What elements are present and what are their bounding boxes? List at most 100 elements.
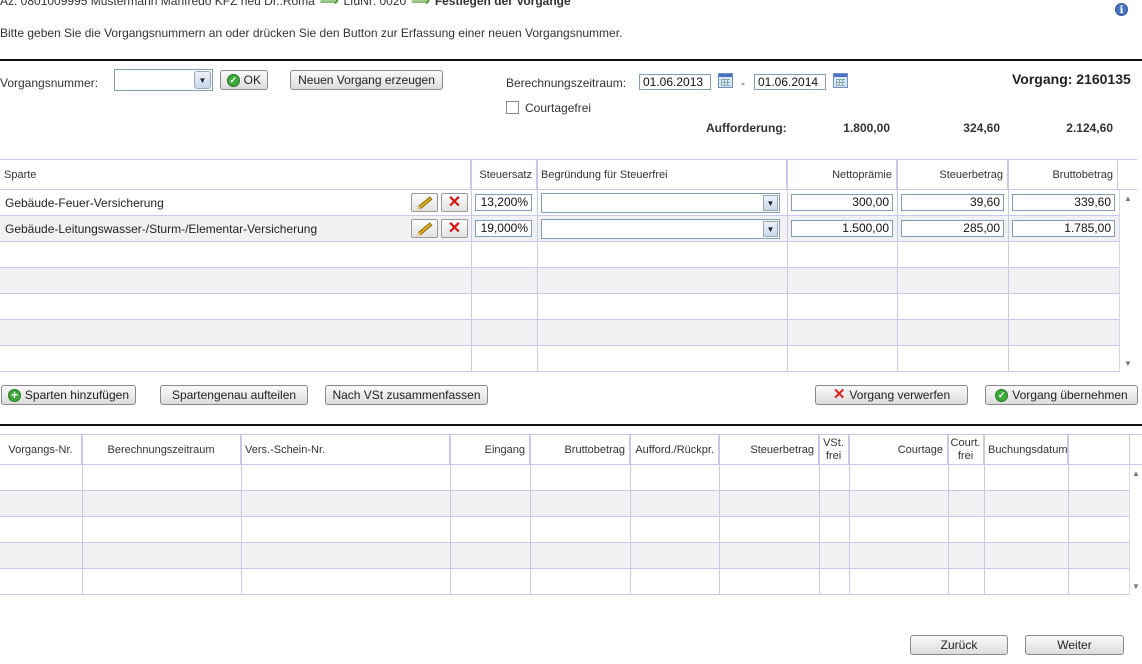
check-icon: ✓ [227, 73, 240, 87]
sparten-scrollbar[interactable]: ▲ ▼ [1119, 190, 1137, 372]
table-row [0, 346, 1119, 372]
col-begruendung[interactable]: Begründung für Steuerfrei [537, 160, 787, 189]
delete-button[interactable]: ✕ [441, 219, 468, 238]
new-vorgang-button[interactable]: Neuen Vorgang erzeugen [290, 70, 443, 90]
col-zeitraum[interactable]: Berechnungszeitraum [82, 435, 241, 464]
chevron-down-icon[interactable]: ▼ [194, 71, 211, 89]
table-row [0, 268, 1119, 294]
col-eingang[interactable]: Eingang [450, 435, 530, 464]
arrow-right-icon: ⟹ [411, 0, 430, 8]
discard-vorgang-button[interactable]: ✕ Vorgang verwerfen [815, 385, 968, 405]
aufforderung-label: Aufforderung: [706, 121, 787, 135]
chevron-down-icon[interactable]: ▼ [763, 221, 778, 237]
column-divider [948, 435, 949, 595]
col-vst-line1: VSt. [823, 436, 844, 449]
accept-vorgang-label: Vorgang übernehmen [1012, 388, 1128, 402]
scroll-up-icon[interactable]: ▲ [1124, 194, 1132, 203]
col-buchungsdatum[interactable]: Buchungsdatum [984, 435, 1068, 464]
column-divider [630, 435, 631, 595]
column-divider [787, 160, 788, 372]
date-to-field[interactable]: 01.06.2014 [754, 74, 826, 90]
calendar-icon[interactable] [718, 73, 733, 88]
column-divider [719, 435, 720, 595]
add-sparten-label: Sparten hinzufügen [24, 388, 129, 402]
col-steuer[interactable]: Steuerbetrag [719, 435, 819, 464]
col-sparte[interactable]: Sparte [0, 160, 471, 189]
table-header: Sparte Steuersatz Begründung für Steuerf… [0, 160, 1137, 190]
col-aufford[interactable]: Aufford./Rückpr. [630, 435, 719, 464]
brutto-field[interactable]: 1.785,00 [1012, 220, 1115, 237]
col-court-frei[interactable]: Court. frei [948, 435, 984, 464]
calendar-icon[interactable] [833, 73, 848, 88]
back-button[interactable]: Zurück [910, 635, 1008, 655]
sparte-name: Gebäude-Leitungswasser-/Sturm-/Elementar… [5, 222, 318, 236]
col-court-line2: frei [957, 449, 974, 462]
arrow-right-icon: ⟹ [319, 0, 339, 8]
col-netto[interactable]: Nettoprämie [787, 160, 897, 189]
divider [0, 59, 1142, 61]
vorgang-title: Vorgang: 2160135 [1012, 71, 1131, 87]
info-icon[interactable]: i [1115, 3, 1128, 16]
col-brutto[interactable]: Bruttobetrag [1008, 160, 1118, 189]
discard-vorgang-label: Vorgang verwerfen [849, 388, 951, 402]
date-from-field[interactable]: 01.06.2013 [639, 74, 711, 90]
table-row [0, 517, 1129, 543]
column-divider [241, 435, 242, 595]
begruendung-select[interactable]: ▼ [541, 219, 780, 239]
steuer-field[interactable]: 39,60 [901, 194, 1004, 211]
add-sparten-button[interactable]: + Sparten hinzufügen [1, 385, 136, 405]
aufforderung-brutto: 2.124,60 [1066, 121, 1113, 135]
table-header: Vorgangs-Nr. Berechnungszeitraum Vers.-S… [0, 435, 1142, 465]
ok-button[interactable]: ✓ OK [220, 70, 268, 90]
edit-button[interactable] [411, 193, 438, 212]
chevron-down-icon[interactable]: ▼ [763, 195, 778, 211]
steuersatz-field[interactable]: 13,200% [475, 194, 532, 211]
col-vorgangs-nr[interactable]: Vorgangs-Nr. [0, 435, 82, 464]
scroll-down-icon[interactable]: ▼ [1124, 359, 1132, 368]
spartengenau-button[interactable]: Spartengenau aufteilen [160, 385, 308, 405]
brutto-field[interactable]: 339,60 [1012, 194, 1115, 211]
begruendung-select[interactable]: ▼ [541, 193, 780, 213]
nach-vst-button[interactable]: Nach VSt zusammenfassen [325, 385, 488, 405]
col-brutto[interactable]: Bruttobetrag [530, 435, 630, 464]
sparte-name: Gebäude-Feuer-Versicherung [5, 196, 164, 210]
scroll-down-icon[interactable]: ▼ [1132, 582, 1140, 591]
column-divider [984, 435, 985, 595]
delete-icon: ✕ [447, 193, 462, 211]
scroll-up-icon[interactable]: ▲ [1132, 469, 1140, 478]
delete-button[interactable]: ✕ [441, 193, 468, 212]
zeitraum-label: Berechnungszeitraum: [506, 76, 627, 90]
courtagefrei-label: Courtagefrei [525, 101, 592, 115]
table-row [0, 294, 1119, 320]
next-button[interactable]: Weiter [1025, 635, 1124, 655]
col-steuersatz[interactable]: Steuersatz [471, 160, 537, 189]
accept-vorgang-button[interactable]: ✓ Vorgang übernehmen [985, 385, 1138, 405]
column-divider [897, 160, 898, 372]
aufforderung-steuer: 324,60 [963, 121, 1000, 135]
divider [0, 424, 1142, 426]
table-row [0, 543, 1129, 569]
col-courtage[interactable]: Courtage [849, 435, 948, 464]
edit-button[interactable] [411, 219, 438, 238]
table-row [0, 242, 1119, 268]
vorgaenge-scrollbar[interactable]: ▲ ▼ [1129, 465, 1142, 595]
column-divider [1008, 160, 1009, 372]
col-vst-frei[interactable]: VSt. frei [819, 435, 849, 464]
table-row [0, 465, 1129, 491]
col-steuer[interactable]: Steuerbetrag [897, 160, 1008, 189]
steuer-field[interactable]: 285,00 [901, 220, 1004, 237]
netto-field[interactable]: 1.500,00 [791, 220, 893, 237]
column-divider [530, 435, 531, 595]
column-divider [471, 160, 472, 372]
check-icon: ✓ [995, 388, 1009, 402]
pencil-icon [417, 195, 432, 210]
col-court-line1: Court. [950, 436, 981, 449]
delete-icon: ✕ [447, 219, 462, 237]
vorgangsnummer-select[interactable]: ▼ [114, 69, 213, 91]
col-schein[interactable]: Vers.-Schein-Nr. [241, 435, 450, 464]
intro-text: Bitte geben Sie die Vorgangsnummern an o… [0, 26, 623, 40]
courtagefrei-checkbox[interactable] [506, 101, 519, 114]
netto-field[interactable]: 300,00 [791, 194, 893, 211]
steuersatz-field[interactable]: 19,000% [475, 220, 532, 237]
breadcrumb-current: Festlegen der Vorgänge [434, 0, 571, 8]
